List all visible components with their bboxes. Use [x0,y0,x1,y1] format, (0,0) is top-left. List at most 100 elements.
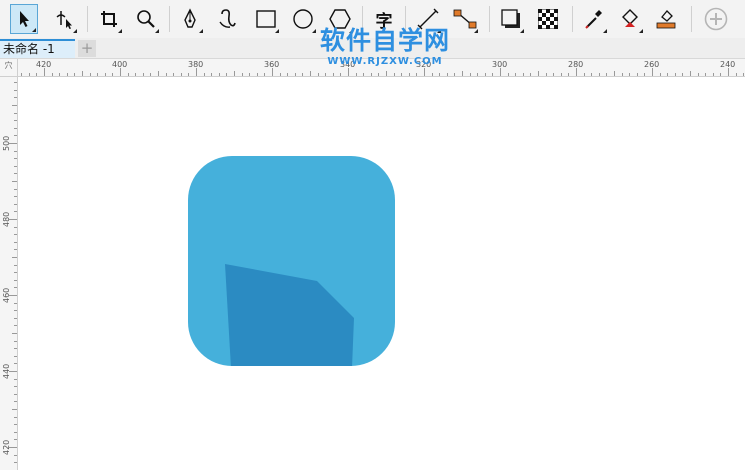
text-icon: 字 [375,11,393,32]
freehand-tool[interactable] [176,4,204,34]
smart-fill-tool[interactable] [652,4,680,34]
ruler-tick [424,68,425,76]
ruler-tick [9,447,17,448]
ruler-tick [12,181,17,182]
ruler-tick [508,73,509,76]
ruler-tick [181,73,182,76]
ruler-tick [272,68,273,76]
ruler-tick [295,73,296,76]
document-tab-label: 未命名 -1 [3,42,55,56]
add-tool[interactable] [702,4,730,34]
ruler-tick [14,173,17,174]
ruler-tick [249,73,250,76]
document-tab[interactable]: 未命名 -1 [0,39,75,58]
ruler-tick [667,73,668,76]
ruler-tick [652,68,653,76]
ruler-tick [523,73,524,76]
ruler-tick [348,68,349,76]
ruler-tick [743,73,744,76]
drop-shadow-icon [500,8,522,30]
crop-icon [99,9,119,29]
ruler-tick [14,318,17,319]
drawing-canvas[interactable] [18,77,745,470]
ruler-tick [371,73,372,76]
ruler-tick [14,379,17,380]
ruler-tick [14,211,17,212]
ruler-tick [14,204,17,205]
ruler-tick [14,128,17,129]
ruler-tick [14,303,17,304]
ruler-tick [378,73,379,76]
interactive-fill-tool[interactable] [616,4,644,34]
transparency-tool[interactable] [534,4,562,34]
add-document-button[interactable]: + [78,40,96,57]
magnifier-icon [136,9,156,29]
ruler-tick [264,73,265,76]
ruler-tick [394,73,395,76]
ruler-tick [14,386,17,387]
ruler-tick [21,73,22,76]
ruler-tick [356,73,357,76]
text-tool[interactable]: 字 [370,4,398,34]
ruler-tick [325,73,326,76]
artistic-media-tool[interactable] [214,4,242,34]
ruler-tick [135,73,136,76]
ruler-tick [14,97,17,98]
pick-tool[interactable] [10,4,38,34]
vertical-ruler[interactable]: 500 480 460 440 420 [0,77,18,470]
ruler-tick [439,73,440,76]
ruler-tick [14,120,17,121]
crop-tool[interactable] [95,4,123,34]
ruler-tick [14,341,17,342]
ruler-tick [682,73,683,76]
ruler-origin[interactable]: 穴 [0,59,18,77]
ruler-tick [14,363,17,364]
ruler-tick [234,71,235,76]
ruler-tick [660,73,661,76]
ellipse-tool[interactable] [289,4,317,34]
ruler-tick [14,158,17,159]
ruler-tick [12,105,17,106]
rectangle-tool[interactable] [252,4,280,34]
rectangle-icon [255,9,277,29]
ruler-tick [120,68,121,76]
ruler-tick [112,73,113,76]
ruler-tick [211,73,212,76]
ruler-tick [576,68,577,76]
ruler-tick [9,295,17,296]
dimension-tool[interactable] [414,4,442,34]
ruler-tick [242,73,243,76]
ruler-tick [128,73,129,76]
ruler-tick [14,249,17,250]
ruler-tick [196,68,197,76]
ruler-tick [9,219,17,220]
ruler-tick [447,73,448,76]
drop-shadow-tool[interactable] [497,4,525,34]
ellipse-icon [292,8,314,30]
ruler-tick [14,113,17,114]
ruler-tick [14,272,17,273]
ruler-tick [416,73,417,76]
ruler-tick [9,371,17,372]
ruler-tick [14,90,17,91]
ruler-tick [14,287,17,288]
connector-icon [453,9,477,29]
pen-nib-icon [181,8,199,30]
zoom-tool[interactable] [132,4,160,34]
connector-tool[interactable] [451,4,479,34]
rounded-square-artwork[interactable] [188,156,398,368]
shape-tool[interactable] [50,4,78,34]
eyedropper-tool[interactable] [580,4,608,34]
ruler-tick [14,432,17,433]
horizontal-ruler[interactable]: 420 400 380 360 340 320 300 280 260 240 [18,59,745,77]
ruler-tick [492,73,493,76]
ruler-tick [287,73,288,76]
polygon-tool[interactable] [326,4,354,34]
ruler-tick [14,227,17,228]
ruler-tick [14,280,17,281]
ruler-tick [310,71,311,76]
ruler-tick [226,73,227,76]
polygon-icon [329,8,351,30]
ruler-tick [318,73,319,76]
ruler-tick [173,73,174,76]
